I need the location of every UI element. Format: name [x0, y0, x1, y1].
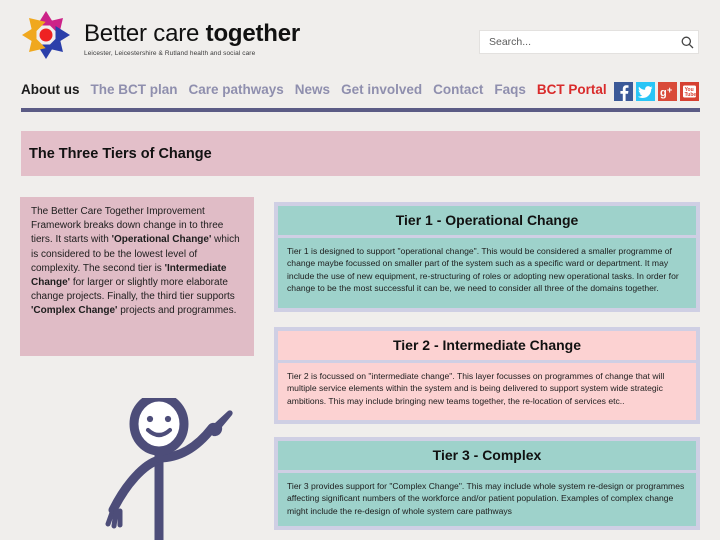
brand-title-bold: together: [205, 20, 301, 48]
stick-figure-pointing-icon: [76, 398, 266, 540]
page-title: The Three Tiers of Change: [29, 145, 212, 162]
flower-petal-logo-icon: [14, 6, 78, 66]
search-icon[interactable]: [676, 31, 698, 53]
main-navigation: About us The BCT plan Care pathways News…: [0, 82, 720, 104]
nav-item-bct-portal[interactable]: BCT Portal: [537, 82, 607, 97]
tier-3-panel: Tier 3 - Complex Tier 3 provides support…: [274, 437, 700, 530]
nav-item-contact[interactable]: Contact: [433, 82, 483, 97]
nav-item-the-bct-plan[interactable]: The BCT plan: [91, 82, 178, 97]
social-icon-list: g + You Tube: [614, 82, 699, 101]
tier-1-header: Tier 1 - Operational Change: [278, 206, 696, 235]
search-input[interactable]: [480, 30, 676, 54]
page-title-banner: The Three Tiers of Change: [21, 131, 700, 176]
tier-2-inner: Tier 2 - Intermediate Change Tier 2 is f…: [278, 331, 696, 420]
nav-item-care-pathways[interactable]: Care pathways: [189, 82, 284, 97]
nav-item-about-us[interactable]: About us: [21, 82, 80, 97]
brand-text-block: Better care together Leicester, Leiceste…: [84, 15, 300, 56]
tier-1-panel: Tier 1 - Operational Change Tier 1 is de…: [274, 202, 700, 312]
svg-text:+: +: [667, 85, 672, 95]
search-box[interactable]: [479, 30, 699, 54]
intro-card: The Better Care Together Improvement Fra…: [20, 197, 254, 356]
tier-3-body: Tier 3 provides support for "Complex Cha…: [278, 473, 696, 526]
nav-item-faqs[interactable]: Faqs: [494, 82, 526, 97]
twitter-icon[interactable]: [636, 82, 655, 101]
google-plus-icon[interactable]: g +: [658, 82, 677, 101]
tier-2-panel: Tier 2 - Intermediate Change Tier 2 is f…: [274, 327, 700, 424]
tier-1-inner: Tier 1 - Operational Change Tier 1 is de…: [278, 206, 696, 308]
youtube-icon[interactable]: You Tube: [680, 82, 699, 101]
intro-paragraph: The Better Care Together Improvement Fra…: [31, 206, 240, 317]
nav-item-list: About us The BCT plan Care pathways News…: [21, 82, 607, 97]
facebook-icon[interactable]: [614, 82, 633, 101]
svg-text:g: g: [660, 87, 667, 99]
nav-item-get-involved[interactable]: Get involved: [341, 82, 422, 97]
brand-title: Better care together: [84, 21, 300, 46]
tier-3-header: Tier 3 - Complex: [278, 441, 696, 470]
tier-1-body: Tier 1 is designed to support "operation…: [278, 238, 696, 308]
tier-3-inner: Tier 3 - Complex Tier 3 provides support…: [278, 441, 696, 526]
svg-text:Tube: Tube: [685, 92, 697, 98]
site-header: Better care together Leicester, Leiceste…: [0, 0, 720, 75]
brand-tagline: Leicester, Leicestershire & Rutland heal…: [84, 49, 256, 57]
brand-logo-block[interactable]: Better care together Leicester, Leiceste…: [14, 6, 300, 66]
nav-item-news[interactable]: News: [295, 82, 330, 97]
tier-2-header: Tier 2 - Intermediate Change: [278, 331, 696, 360]
brand-title-light: Better care: [84, 20, 206, 48]
tier-2-body: Tier 2 is focussed on "intermediate chan…: [278, 363, 696, 420]
nav-divider-rule: [21, 108, 700, 112]
